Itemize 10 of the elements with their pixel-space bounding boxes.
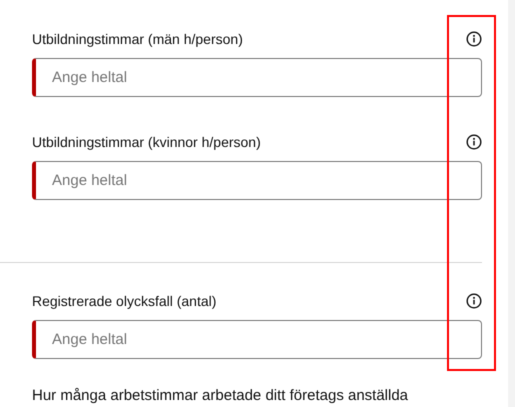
input-field[interactable]: Ange heltal [32,161,482,200]
info-icon[interactable] [466,31,482,47]
input-field[interactable]: Ange heltal [32,58,482,97]
field-label: Utbildningstimmar (män h/person) [32,30,243,49]
field-label: Utbildningstimmar (kvinnor h/person) [32,132,261,152]
field-label: Registrerade olycksfall (antal) [32,292,216,311]
input-field[interactable]: Ange heltal [32,320,482,359]
question-text: Hur många arbetstimmar arbetade ditt företags anställda [31,387,410,405]
info-icon[interactable] [466,134,482,150]
info-icon[interactable] [466,293,482,309]
